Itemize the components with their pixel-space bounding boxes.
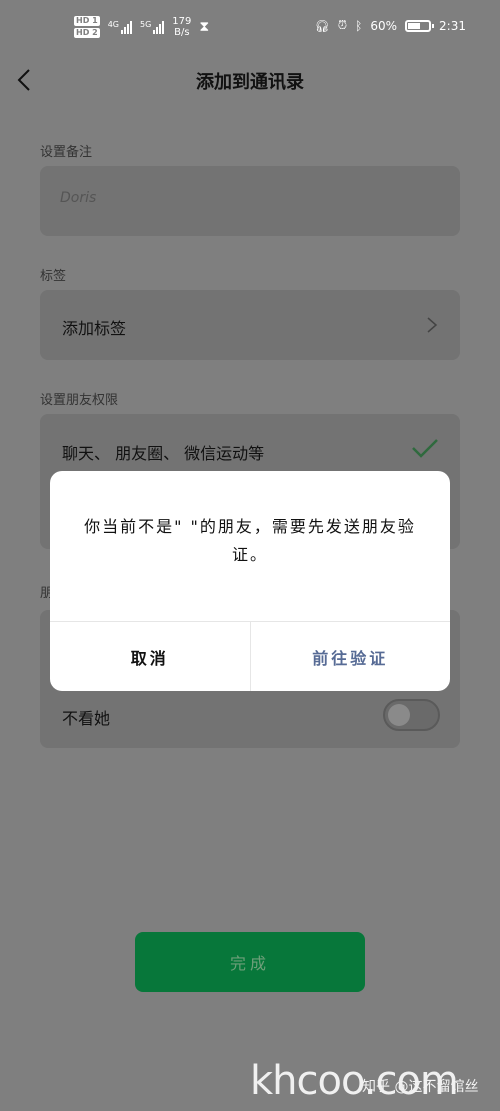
go-verify-button[interactable]: 前往验证 bbox=[249, 622, 451, 691]
dont-view-toggle[interactable] bbox=[383, 699, 440, 731]
remark-placeholder: Doris bbox=[60, 190, 97, 206]
sim2-tag: 5G bbox=[139, 20, 152, 29]
status-left: HD 1 HD 2 4G 5G 179 B/s ⧗ bbox=[74, 16, 209, 38]
cancel-button[interactable]: 取消 bbox=[50, 622, 250, 691]
credit-watermark: 知乎 @这不溜馆丝 bbox=[362, 1079, 479, 1095]
status-right: 🎧︎ ⏰︎ ᛒ 60% 2:31 bbox=[315, 18, 466, 33]
tags-label: 标签 bbox=[40, 269, 67, 284]
hourglass-icon: ⧗ bbox=[199, 19, 210, 35]
battery-icon bbox=[405, 19, 435, 32]
signal-icon: 5G bbox=[139, 20, 165, 34]
dont-view-label: 不看她 bbox=[62, 709, 111, 728]
network-speed: 179 B/s bbox=[172, 16, 191, 38]
add-tags-text: 添加标签 bbox=[62, 319, 127, 338]
checkmark-icon bbox=[412, 439, 438, 458]
permissions-label: 设置朋友权限 bbox=[40, 393, 119, 408]
dialog-buttons: 取消 前往验证 bbox=[50, 621, 450, 691]
toggle-knob bbox=[388, 704, 410, 726]
sim1-tag: 4G bbox=[107, 20, 119, 29]
done-button[interactable]: 完成 bbox=[135, 932, 365, 992]
hd1-badge: HD 1 bbox=[74, 16, 100, 26]
dialog-message: 你当前不是" "的朋友，需要先发送朋友验证。 bbox=[84, 517, 416, 564]
remark-label: 设置备注 bbox=[40, 145, 93, 160]
page-title: 添加到通讯录 bbox=[196, 72, 304, 93]
verification-dialog: 你当前不是" "的朋友，需要先发送朋友验证。 取消 前往验证 bbox=[50, 471, 450, 691]
clock: 2:31 bbox=[439, 18, 466, 33]
status-bar: HD 1 HD 2 4G 5G 179 B/s ⧗ 🎧︎ ⏰︎ ᛒ 60% 2:… bbox=[0, 0, 500, 50]
permission-option-all[interactable]: 聊天、 朋友圈、 微信运动等 bbox=[62, 440, 264, 464]
speed-value: 179 bbox=[172, 16, 192, 27]
hd-badges: HD 1 HD 2 bbox=[74, 16, 100, 38]
speed-unit: B/s bbox=[174, 27, 190, 38]
headphones-icon: 🎧︎ bbox=[314, 18, 330, 33]
alarm-icon: ⏰︎ bbox=[337, 18, 348, 32]
battery-percent: 60% bbox=[370, 18, 398, 33]
bluetooth-icon: ᛒ bbox=[355, 18, 363, 33]
signal-icon: 4G bbox=[108, 20, 132, 34]
chevron-right-icon bbox=[427, 317, 438, 333]
hd2-badge: HD 2 bbox=[74, 28, 100, 38]
battery-fill bbox=[408, 22, 421, 29]
remark-input[interactable] bbox=[40, 166, 460, 236]
